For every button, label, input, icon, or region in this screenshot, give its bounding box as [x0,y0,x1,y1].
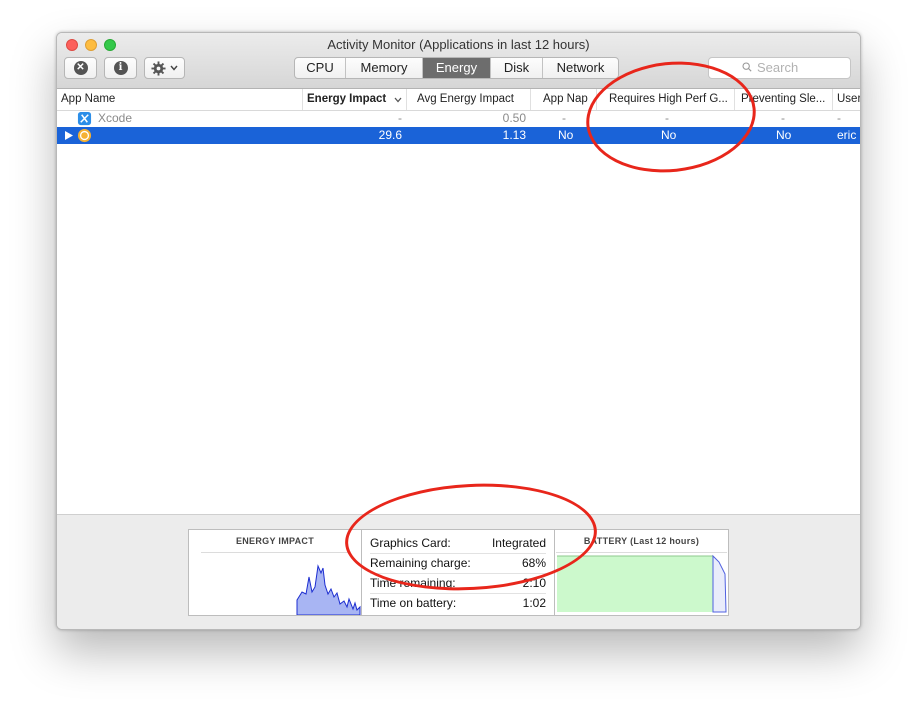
column-user[interactable]: User [833,89,860,110]
tab-energy[interactable]: Energy [423,58,491,78]
stat-label: Time on battery: [370,596,457,610]
search-input[interactable] [757,60,843,75]
search-field[interactable] [708,57,851,79]
xcode-app-icon [77,111,92,126]
stat-value: 1:02 [522,596,546,610]
energy-footer: ENERGY IMPACT Graphics Card: Integrated … [57,514,860,629]
energy-impact-panel: ENERGY IMPACT [188,529,362,616]
cell-high-perf-gpu: No [661,128,677,142]
energy-impact-title: ENERGY IMPACT [235,536,315,546]
stat-remaining-charge: Remaining charge: 68% [370,553,546,574]
tab-network[interactable]: Network [543,58,618,78]
app-icon [77,128,92,143]
stat-graphics-card: Graphics Card: Integrated [370,533,546,554]
table-header: App Name Energy Impact Avg Energy Impact… [57,89,860,111]
column-preventing-sleep[interactable]: Preventing Sle... [735,89,833,110]
chevron-down-icon [170,65,178,71]
cell-app-nap: No [558,128,574,142]
toolbar: Activity Monitor (Applications in last 1… [57,33,860,89]
close-x-icon: ✕ [73,61,88,75]
tab-cpu[interactable]: CPU [295,58,346,78]
column-label: Preventing Sle... [741,93,826,105]
column-app-nap[interactable]: App Nap [531,89,597,110]
view-tab-bar: CPU Memory Energy Disk Network [294,57,619,79]
cell-app-name: Xcode [98,111,133,125]
column-label: Energy Impact [307,93,387,105]
battery-panel: BATTERY (Last 12 hours) [554,529,729,616]
tab-memory[interactable]: Memory [346,58,423,78]
stat-label: Remaining charge: [370,556,471,570]
column-avg-energy-impact[interactable]: Avg Energy Impact [407,89,531,110]
divider [556,552,727,553]
column-label: Requires High Perf G... [609,93,728,105]
divider [201,552,349,553]
column-app-name[interactable]: App Name [57,89,303,110]
battery-graph [557,554,727,613]
column-energy-impact[interactable]: Energy Impact [303,89,407,110]
cell-app-nap: - [562,111,566,125]
stat-time-on-battery: Time on battery: 1:02 [370,593,546,613]
cell-high-perf-gpu: - [665,111,669,125]
inspect-process-button[interactable]: i [104,57,137,79]
stat-value: 2:10 [522,576,546,590]
table-row[interactable]: Xcode - 0.50 - - - - [57,110,860,127]
info-icon: i [113,61,128,75]
stat-time-remaining: Time remaining: 2:10 [370,573,546,594]
column-label: App Nap [543,93,588,105]
column-label: Avg Energy Impact [417,93,514,105]
stat-value: 68% [521,556,546,570]
cell-preventing-sleep: - [781,111,785,125]
search-icon [742,62,752,72]
energy-impact-graph [296,564,361,615]
table-row[interactable]: 29.6 1.13 No No No eric [57,127,860,144]
stat-value: Integrated [491,536,546,550]
action-menu-button[interactable] [144,57,185,79]
stat-label: Graphics Card: [370,536,451,550]
chevron-down-icon [394,97,402,103]
battery-title: BATTERY (Last 12 hours) [583,536,700,546]
cell-energy-impact: 29.6 [378,128,402,142]
cell-energy-impact: - [398,111,402,125]
cell-user: eric [837,128,857,142]
cell-avg-energy-impact: 1.13 [502,128,526,142]
column-label: User [837,93,860,105]
disclosure-triangle-icon[interactable] [65,131,73,140]
gear-icon [151,60,166,76]
cell-user: - [837,111,841,125]
energy-stats-panel: Graphics Card: Integrated Remaining char… [362,529,554,616]
column-label: App Name [61,93,116,105]
stop-process-button[interactable]: ✕ [64,57,97,79]
activity-monitor-window: Activity Monitor (Applications in last 1… [56,32,861,630]
tab-disk[interactable]: Disk [491,58,543,78]
cell-avg-energy-impact: 0.50 [502,111,526,125]
cell-preventing-sleep: No [776,128,792,142]
window-title: Activity Monitor (Applications in last 1… [327,37,590,52]
column-requires-high-perf-gpu[interactable]: Requires High Perf G... [597,89,735,110]
stat-label: Time remaining: [370,576,456,590]
